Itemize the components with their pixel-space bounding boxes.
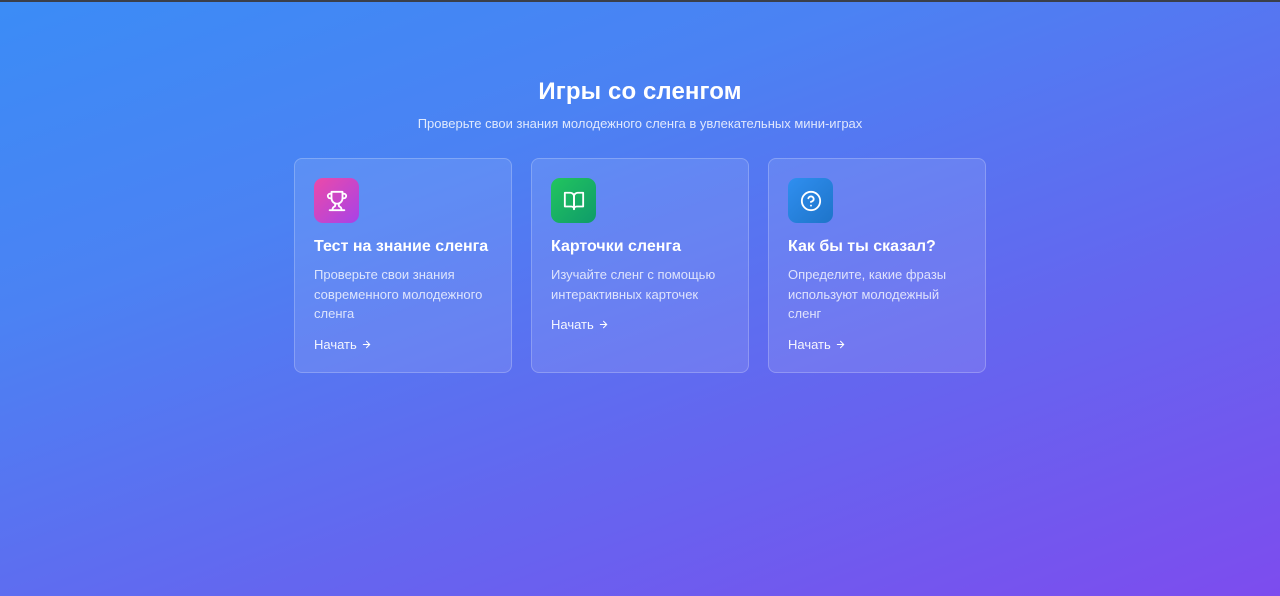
trophy-icon: [314, 178, 359, 223]
start-label: Начать: [788, 336, 831, 352]
card-description: Проверьте свои знания современного молод…: [314, 267, 483, 321]
game-card-slang-test[interactable]: Тест на знание сленга Проверьте свои зна…: [294, 158, 512, 373]
arrow-right-icon: [599, 320, 607, 329]
game-card-flashcards[interactable]: Карточки сленга Изучайте сленг с помощью…: [531, 158, 749, 373]
card-description: Определите, какие фразы используют молод…: [788, 267, 947, 321]
arrow-right-icon: [362, 340, 370, 348]
game-cards: Тест на знание сленга Проверьте свои зна…: [294, 158, 986, 373]
question-circle-icon: [788, 178, 833, 223]
card-title: Как бы ты сказал?: [788, 238, 936, 255]
card-title: Тест на знание сленга: [314, 238, 489, 255]
start-label: Начать: [314, 336, 357, 352]
book-open-icon: [551, 178, 596, 223]
page-subtitle: Проверьте свои знания молодежного сленга…: [417, 116, 863, 131]
slang-games-page: Игры со сленгом Проверьте свои знания мо…: [0, 0, 1280, 596]
start-label: Начать: [551, 317, 594, 332]
page-title: Игры со сленгом: [538, 78, 742, 105]
start-link[interactable]: Начать: [314, 337, 372, 352]
start-link[interactable]: Начать: [551, 317, 609, 332]
game-card-how-would-you-say[interactable]: Как бы ты сказал? Определите, какие фраз…: [768, 158, 986, 373]
card-title: Карточки сленга: [551, 238, 681, 255]
start-link[interactable]: Начать: [788, 337, 846, 352]
card-description: Изучайте сленг с помощью интерактивных к…: [551, 267, 716, 302]
arrow-right-icon: [836, 340, 844, 348]
